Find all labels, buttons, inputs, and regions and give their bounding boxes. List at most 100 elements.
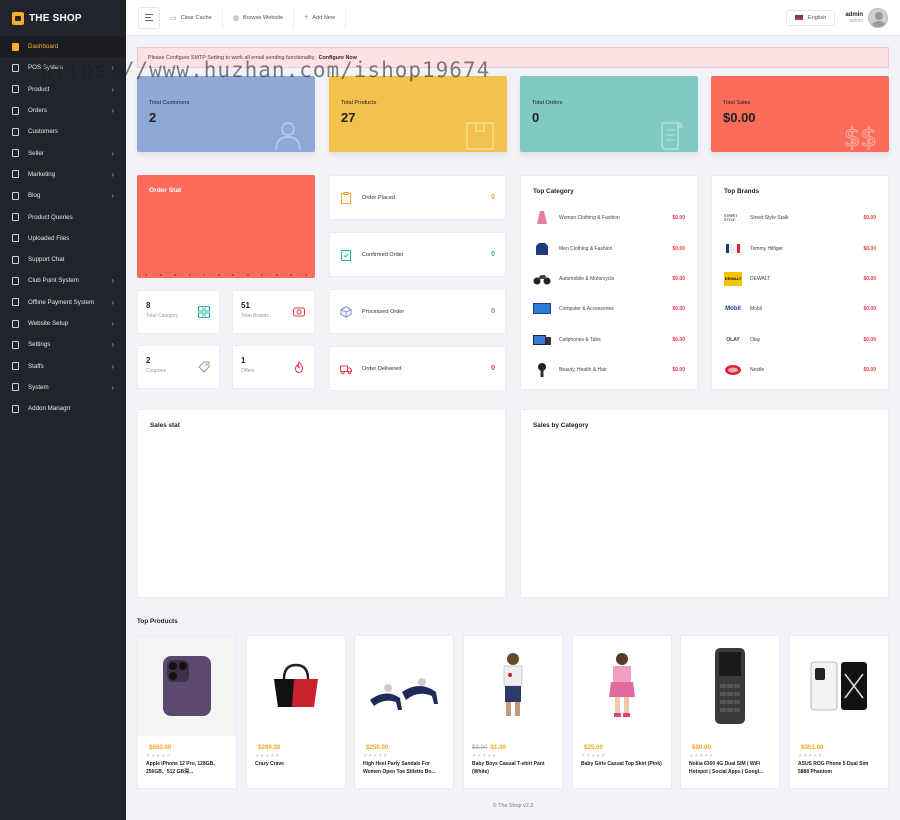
sidebar-item-dashboard[interactable]: Dashboard [0,36,126,58]
menu-item-icon [12,405,19,412]
add-new-label: Add New [312,14,335,21]
chevron-right-icon: › [111,340,114,350]
product-card[interactable]: $3.00 $1.00 ★★★★★ Baby Boys Casual T-shir… [463,635,563,789]
brand-name: Street Style Stalk [750,215,789,222]
category-row[interactable]: Men Clothing & Fashion $0.00 [533,233,685,263]
order-stat-axis [145,274,307,276]
sidebar-item-label: Website Setup [28,320,69,327]
language-label: English [807,14,827,21]
product-card[interactable]: $80.00 ★★★★★ Nokia 6300 4G Dual SIM | Wi… [680,635,780,789]
sidebar-item-pos-system[interactable]: POS System › [0,57,126,78]
sidebar-item-label: Settings [28,341,51,349]
product-card[interactable]: $351.00 ★★★★★ ASUS ROG Phone 5 Dual Sim … [789,635,889,789]
plus-icon: + [304,14,309,21]
brand-row[interactable]: Tommy Hilfiger $0.00 [724,233,876,263]
clipboard-icon [341,191,351,204]
avatar[interactable] [868,7,888,28]
category-row[interactable]: Computer & Accessories $0.00 [533,294,685,324]
chevron-right-icon: › [111,63,114,73]
sidebar-item-settings[interactable]: Settings › [0,334,126,355]
sidebar-item-customers[interactable]: Customers [0,121,126,142]
sidebar-item-label: Marketing [28,170,56,178]
order-placed-row[interactable]: Order Placed 0 [329,175,506,220]
package-icon [340,305,352,318]
product-card[interactable]: $250.00 ★★★★★ High Heel Party Sandals Fo… [354,635,454,789]
menu-item-icon [12,363,19,370]
brand-logo: OLAY [726,336,740,343]
product-card[interactable]: $299.00 ★★★★★ Crazy Crave [246,635,346,789]
product-card[interactable]: $25.00 ★★★★★ Baby Girls Casual Top Skirt… [572,635,672,789]
category-row[interactable]: Beauty, Health & Hair $0.00 [533,355,685,385]
sidebar-item-club-point-system[interactable]: Club Point System › [0,270,126,291]
brand-row[interactable]: STREET STYLE Street Style Stalk $0.00 [724,203,876,233]
category-row[interactable]: Automobile & Motorcycle $0.00 [533,264,685,294]
stat-label: Total Products [341,100,377,106]
sidebar-item-label: Uploaded Files [28,234,70,242]
brand-row[interactable]: DEWALT DEWALT $0.00 [724,264,876,294]
product-price: $299.00 [258,744,281,751]
brand-logo: Mobil [725,306,741,313]
browse-website-button[interactable]: ◍ Browse Website [223,6,295,29]
receipt-icon [661,122,683,150]
sidebar-item-label: Club Point System [28,277,79,285]
order-value: 0 [491,308,495,315]
sidebar-item-seller[interactable]: Seller › [0,142,126,163]
chevron-right-icon: › [111,319,114,328]
smtp-alert: Please Configure SMTP Setting to work al… [137,47,889,68]
sidebar-item-system[interactable]: System › [0,377,126,398]
sidebar-item-blog[interactable]: Blog › [0,185,126,206]
sidebar-item-uploaded-files[interactable]: Uploaded Files [0,228,126,249]
brand[interactable]: THE SHOP [0,0,126,36]
dollar-icon: $$ [844,123,877,150]
sidebar-item-website-setup[interactable]: Website Setup › [0,313,126,334]
category-row[interactable]: Cellphones & Tabs $0.00 [533,325,685,355]
order-stat-card: Order Stat [137,175,315,278]
category-row[interactable]: Women Clothing & Fashion $0.00 [533,203,685,233]
sidebar-item-addon-managrr[interactable]: Addon Managrr [0,398,126,419]
brand-name: Mobil [750,306,762,313]
brand-tag-icon [293,307,305,317]
sidebar-item-support-chat[interactable]: Support Chat [0,249,126,270]
user-menu[interactable]: admin admin [845,7,888,28]
order-delivered-row[interactable]: Order Delivered 0 [329,346,506,391]
product-name: High Heel Party Sandals For Women Open T… [363,761,436,775]
brand-row[interactable]: OLAY Olay $0.00 [724,325,876,355]
sidebar-item-offline-payment-system[interactable]: Offline Payment System › [0,292,126,313]
product-price: $351.00 [801,744,824,751]
boy-outfit-image [464,636,562,736]
category-price: $0.00 [672,306,685,313]
clear-cache-button[interactable]: ▭ Clear Cache [160,6,223,29]
add-new-button[interactable]: + Add New [294,6,346,29]
total-category-card: 8 Total Category [137,290,220,334]
sidebar-item-staffs[interactable]: Staffs › [0,355,126,376]
product-card[interactable]: $650.00 ★★★★★ Apple iPhone 12 Pro, 128GB… [137,635,237,789]
top-category-card: Top Category Women Clothing & Fashion $0… [520,175,698,390]
language-selector[interactable]: English [785,9,836,26]
sidebar-item-label: Product [28,85,50,93]
menu-item-icon [12,256,19,263]
processed-order-row[interactable]: Processed Order 0 [329,289,506,334]
confirmed-order-row[interactable]: Confirmed Order 0 [329,232,506,277]
top-products-title: Top Products [137,618,178,625]
configure-now-link[interactable]: Configure Now [319,55,357,61]
brand-price: $0.00 [863,245,876,252]
brand-logo: DEWALT [724,271,742,286]
menu-item-icon [12,235,19,242]
brand-row[interactable]: Nestle $0.00 [724,355,876,385]
top-brands-card: Top Brands STREET STYLE Street Style Sta… [711,175,889,390]
sidebar-item-orders[interactable]: Orders › [0,100,126,121]
sidebar-item-product-queries[interactable]: Product Queries [0,206,126,227]
product-name: Baby Girls Casual Top Skirt (Pink) [581,761,662,767]
menu-toggle-button[interactable] [138,6,160,29]
menu-item-icon [12,341,19,348]
menu-item-icon [12,299,19,306]
sidebar-item-product[interactable]: Product › [0,79,126,100]
sidebar-item-label: POS System [28,64,64,72]
sidebar-item-marketing[interactable]: Marketing › [0,164,126,185]
menu-item-icon [12,171,19,178]
sidebar-nav: Dashboard POS System › Product › Orders › Custo… [0,36,126,419]
globe-icon: ◍ [232,14,239,22]
menu-item-icon [12,384,19,391]
brand-row[interactable]: Mobil Mobil $0.00 [724,294,876,324]
chevron-right-icon: › [111,148,114,158]
